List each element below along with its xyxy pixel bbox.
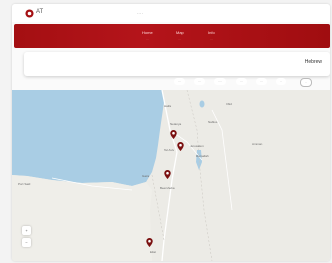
place-label: Haifa [164, 104, 172, 108]
place-label: Beersheba [160, 186, 175, 190]
map-pin-icon[interactable] [170, 130, 177, 139]
place-label: Amman [252, 142, 263, 146]
search-card[interactable]: Hebrew [24, 52, 330, 76]
map-canvas [12, 90, 330, 261]
filter-chip[interactable]: ···· [214, 78, 226, 85]
sea-of-galilee [199, 100, 205, 108]
place-label: Tel Aviv [164, 148, 175, 152]
tab-map[interactable]: Map ··· [176, 30, 184, 41]
filter-chip[interactable]: ·· [276, 78, 286, 85]
tab-info[interactable]: Info ··· [208, 30, 215, 41]
place-label: Ramallah [196, 154, 209, 158]
place-label: Gaza [142, 174, 150, 178]
filter-chip[interactable]: ··· [236, 78, 247, 85]
place-label: Nablus [208, 120, 218, 124]
logo-text: AT [36, 9, 44, 15]
map-view[interactable]: Haifa Netanya Tel Aviv Jerusalem Gaza Am… [12, 90, 330, 261]
map-pin-icon[interactable] [146, 238, 153, 247]
app-window: AT ··· · Home ··· Map ··· Info ··· Hebre… [12, 4, 330, 261]
search-card-title: Hebrew [304, 59, 322, 65]
sea-area [12, 90, 164, 186]
header-banner: Home ··· Map ··· Info ··· [14, 24, 330, 48]
top-bar: AT ··· · [12, 4, 330, 22]
zoom-in-button[interactable]: + [22, 226, 31, 235]
logo-icon [25, 9, 34, 18]
filter-chip[interactable]: ··· [256, 78, 267, 85]
tab-map-sub: ··· [178, 37, 182, 41]
place-label: Netanya [170, 122, 182, 126]
zoom-out-button[interactable]: − [22, 238, 31, 247]
place-label: Eilat [150, 250, 156, 254]
tab-home[interactable]: Home ··· [142, 30, 153, 41]
tab-home-label: Home [142, 30, 153, 35]
tab-map-label: Map [176, 30, 184, 35]
land-southwest [12, 175, 152, 261]
filter-chip[interactable]: ··· [174, 78, 185, 85]
filter-chip[interactable]: ··· [194, 78, 205, 85]
place-label: Port Said [18, 182, 31, 186]
tab-info-sub: ··· [209, 37, 213, 41]
filter-bar: ··· ··· ···· ··· ··· ·· ·· [24, 78, 330, 88]
place-label: Jerusalem [190, 144, 204, 148]
map-pin-icon[interactable] [177, 142, 184, 151]
filter-chip-active[interactable]: ·· [300, 78, 312, 87]
tab-home-sub: ··· [145, 37, 149, 41]
tab-info-label: Info [208, 30, 215, 35]
map-pin-icon[interactable] [164, 170, 171, 179]
place-label: Irbid [226, 102, 232, 106]
topbar-center-text: ··· · [137, 11, 144, 16]
